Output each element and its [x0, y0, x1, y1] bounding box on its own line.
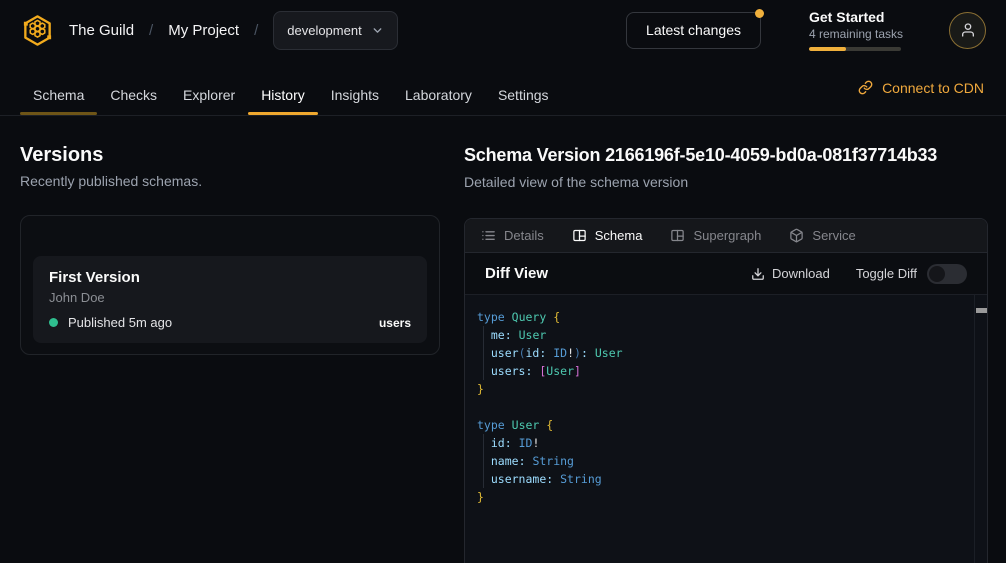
schema-version-panel: Details Schema Supergraph Service Diff V… — [464, 218, 988, 563]
detail-tabs: Details Schema Supergraph Service — [465, 219, 987, 253]
columns-icon — [572, 228, 587, 243]
get-started-widget[interactable]: Get Started 4 remaining tasks — [809, 9, 901, 51]
nav-tab-schema[interactable]: Schema — [20, 75, 97, 115]
code-line: type Query { — [477, 308, 971, 326]
version-author: John Doe — [49, 290, 411, 305]
breadcrumb-org[interactable]: The Guild — [69, 22, 134, 39]
columns-icon — [670, 228, 685, 243]
diff-view-title: Diff View — [485, 265, 751, 282]
breadcrumb-separator: / — [254, 22, 258, 39]
user-icon — [960, 22, 976, 38]
avatar[interactable] — [949, 12, 986, 49]
nav-tabs: Schema Checks Explorer History Insights … — [20, 75, 562, 115]
code-line: } — [477, 488, 971, 506]
tab-details-label: Details — [504, 228, 544, 243]
environment-select-value: development — [287, 23, 361, 38]
download-button[interactable]: Download — [751, 266, 830, 281]
get-started-title: Get Started — [809, 9, 901, 25]
schema-version-subtitle: Detailed view of the schema version — [464, 174, 688, 190]
vertical-scrollbar[interactable] — [974, 295, 987, 563]
code-line: type User { — [477, 416, 971, 434]
nav-tab-checks[interactable]: Checks — [97, 75, 170, 115]
code-line: me: User — [477, 326, 971, 344]
chevron-down-icon — [371, 24, 384, 37]
list-icon — [481, 228, 496, 243]
version-status-text: Published 5m ago — [68, 315, 172, 330]
latest-changes-label: Latest changes — [646, 22, 741, 38]
nav-tab-insights[interactable]: Insights — [318, 75, 392, 115]
nav-tab-explorer[interactable]: Explorer — [170, 75, 248, 115]
schema-version-title: Schema Version 2166196f-5e10-4059-bd0a-0… — [464, 145, 937, 166]
schema-code-editor[interactable]: type Query { me: User user(id: ID!): Use… — [465, 295, 987, 563]
cube-icon — [789, 228, 804, 243]
code-line: } — [477, 380, 971, 398]
latest-changes-button[interactable]: Latest changes — [626, 12, 761, 49]
connect-to-cdn-link[interactable]: Connect to CDN — [858, 80, 984, 96]
breadcrumb: The Guild / My Project / development — [69, 11, 398, 50]
code-lines: type Query { me: User user(id: ID!): Use… — [477, 308, 971, 506]
environment-select[interactable]: development — [273, 11, 397, 50]
nav-tab-settings[interactable]: Settings — [485, 75, 562, 115]
version-service-badge: users — [379, 316, 411, 330]
nav-tab-history[interactable]: History — [248, 75, 318, 115]
code-line: id: ID! — [477, 434, 971, 452]
toggle-diff-switch[interactable] — [927, 264, 967, 284]
connect-to-cdn-label: Connect to CDN — [882, 80, 984, 96]
get-started-progress-fill — [809, 47, 846, 51]
download-icon — [751, 267, 765, 281]
published-status-dot-icon — [49, 318, 58, 327]
breadcrumb-project[interactable]: My Project — [168, 22, 239, 39]
code-line — [477, 398, 971, 416]
code-line: users: [User] — [477, 362, 971, 380]
versions-title: Versions — [20, 144, 103, 167]
code-line: username: String — [477, 470, 971, 488]
tab-service-label: Service — [812, 228, 855, 243]
tab-schema-label: Schema — [595, 228, 643, 243]
version-status: Published 5m ago — [49, 315, 172, 330]
code-line: name: String — [477, 452, 971, 470]
diff-view-header: Diff View Download Toggle Diff — [465, 253, 987, 295]
versions-subtitle: Recently published schemas. — [20, 173, 202, 189]
app: { "header": { "logo_icon": "guild-hive-l… — [0, 0, 1006, 563]
indent-guide — [483, 434, 484, 488]
top-header: The Guild / My Project / development Lat… — [0, 0, 1006, 60]
version-list-item[interactable]: First Version John Doe Published 5m ago … — [33, 256, 427, 343]
scrollbar-thumb[interactable] — [976, 308, 987, 313]
tab-service[interactable]: Service — [789, 228, 855, 243]
tab-details[interactable]: Details — [481, 228, 544, 243]
breadcrumb-separator: / — [149, 22, 153, 39]
version-name: First Version — [49, 269, 411, 286]
indent-guide — [483, 326, 484, 380]
tab-schema[interactable]: Schema — [572, 228, 643, 243]
get-started-progressbar — [809, 47, 901, 51]
code-line: user(id: ID!): User — [477, 344, 971, 362]
version-meta-row: Published 5m ago users — [49, 315, 411, 330]
main-nav: Schema Checks Explorer History Insights … — [0, 60, 1006, 116]
notification-dot — [755, 9, 764, 18]
tab-supergraph[interactable]: Supergraph — [670, 228, 761, 243]
guild-hive-logo-icon[interactable] — [20, 13, 55, 48]
get-started-subtitle: 4 remaining tasks — [809, 27, 901, 41]
toggle-diff-label: Toggle Diff — [856, 266, 917, 281]
toggle-diff-control: Toggle Diff — [856, 264, 967, 284]
nav-tab-laboratory[interactable]: Laboratory — [392, 75, 485, 115]
tab-supergraph-label: Supergraph — [693, 228, 761, 243]
download-label: Download — [772, 266, 830, 281]
versions-list-card: First Version John Doe Published 5m ago … — [20, 215, 440, 355]
link-icon — [858, 80, 873, 95]
toggle-diff-knob — [929, 266, 945, 282]
